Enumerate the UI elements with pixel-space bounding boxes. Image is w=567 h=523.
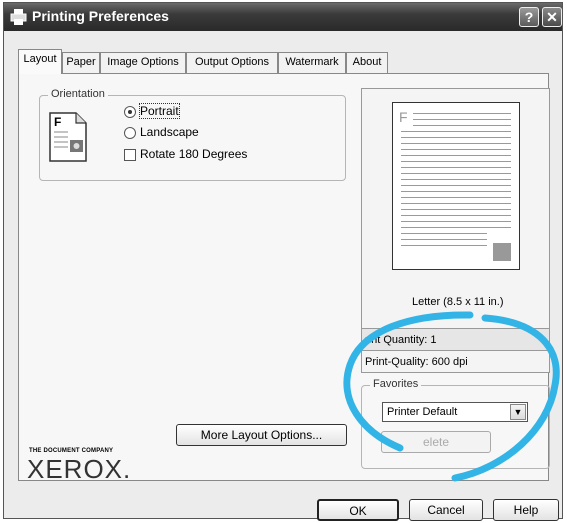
printing-preferences-dialog: Printing Preferences ? ✕ Layout Paper Im… [3,2,563,521]
preview-line [401,215,511,216]
preview-line [413,125,511,126]
cancel-button[interactable]: Cancel [409,499,483,521]
preview-line [401,155,511,156]
svg-text:F: F [54,115,61,129]
page-preview: F [392,102,520,270]
help-title-button[interactable]: ? [519,7,539,27]
preview-image-block [493,243,511,261]
preview-line [413,119,511,120]
window-title: Printing Preferences [32,8,169,24]
orientation-group-label: Orientation [48,88,108,100]
preview-line [401,173,511,174]
favorites-group-label: Favorites [370,378,422,390]
page-letter-f: F [399,109,408,125]
preview-line [401,137,511,138]
printer-icon [10,9,27,25]
landscape-radio[interactable] [124,127,136,139]
preview-line [401,197,511,198]
portrait-document-icon: F [49,112,87,162]
preview-line [401,239,487,240]
rotate-180-checkbox[interactable] [124,149,136,161]
preview-line [401,161,511,162]
preview-line [401,203,511,204]
landscape-label[interactable]: Landscape [140,125,199,139]
close-button[interactable]: ✕ [542,7,562,27]
favorites-group: Favorites [361,378,550,469]
preview-line [413,113,511,114]
print-quantity-row: rint Quantity: 1 [362,328,549,350]
tab-paper[interactable]: Paper [62,52,100,73]
help-button[interactable]: Help [493,499,559,521]
preview-line [401,185,511,186]
tab-output-options[interactable]: Output Options [186,52,278,73]
chevron-down-icon[interactable]: ▼ [510,404,526,420]
page-preview-panel: F Letter (8.5 x 11 in.) rint Quantity: 1… [361,88,550,373]
preview-line [401,179,511,180]
favorites-select[interactable]: Printer Default ▼ [382,402,528,422]
tab-about[interactable]: About [346,52,388,73]
xerox-logo: XEROX. [27,454,132,484]
preview-line [401,191,511,192]
preview-line [401,221,511,222]
portrait-radio[interactable] [124,106,136,118]
preview-line [401,131,511,132]
portrait-label[interactable]: Portrait [139,103,180,119]
orientation-group: Orientation F Portrait Landscape Rotate … [39,88,346,181]
preview-line [401,167,511,168]
ok-button[interactable]: OK [317,499,399,521]
paper-size-label: Letter (8.5 x 11 in.) [412,296,504,308]
preview-line [401,209,511,210]
tab-layout[interactable]: Layout [18,49,62,74]
favorites-selected-value: Printer Default [387,406,458,418]
more-layout-options-button[interactable]: More Layout Options... [176,424,347,446]
rotate-180-label[interactable]: Rotate 180 Degrees [140,147,247,161]
title-bar: Printing Preferences ? ✕ [4,3,562,31]
delete-button[interactable]: elete [381,431,491,453]
preview-line [401,143,511,144]
tab-image-options[interactable]: Image Options [100,52,186,73]
preview-line [401,149,511,150]
preview-line [401,245,487,246]
preview-line [401,227,511,228]
print-quality-row: Print-Quality: 600 dpi [362,350,549,372]
preview-line [401,233,487,234]
tab-watermark[interactable]: Watermark [278,52,346,73]
